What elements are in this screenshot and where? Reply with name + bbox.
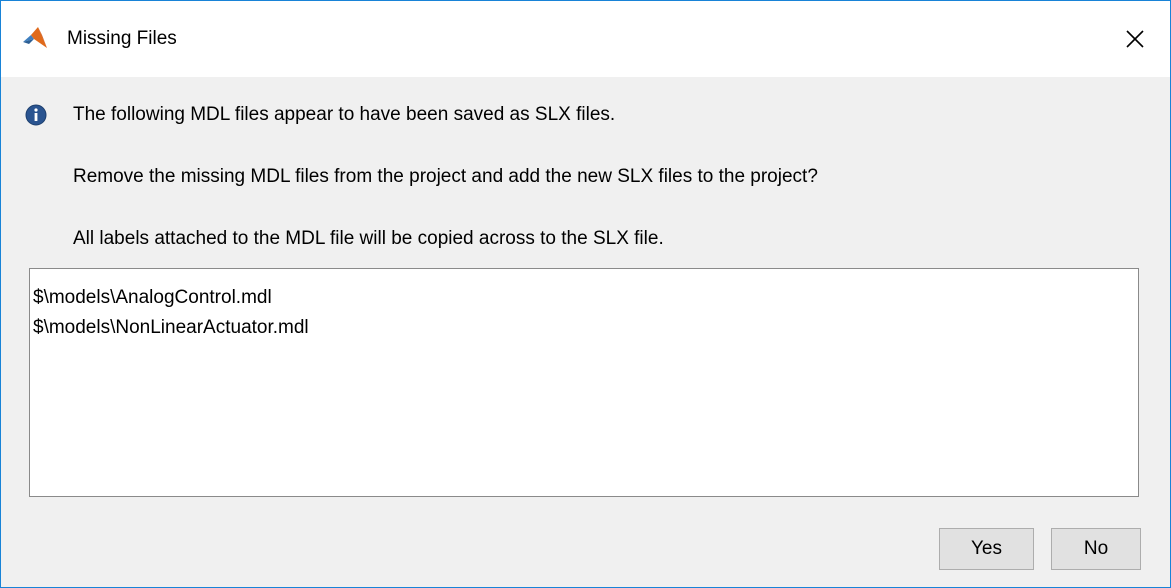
list-item[interactable]: $\models\NonLinearActuator.mdl [33, 313, 1138, 343]
close-button[interactable] [1100, 1, 1170, 77]
info-icon [25, 104, 47, 126]
yes-button[interactable]: Yes [939, 528, 1034, 570]
matlab-icon [21, 26, 49, 50]
no-button[interactable]: No [1051, 528, 1141, 570]
title-bar[interactable]: Missing Files [1, 1, 1170, 77]
message-line-3: All labels attached to the MDL file will… [73, 228, 664, 249]
close-icon [1126, 30, 1144, 48]
window-title: Missing Files [67, 28, 177, 49]
list-item[interactable]: $\models\AnalogControl.mdl [33, 283, 1138, 313]
message-line-1: The following MDL files appear to have b… [73, 104, 616, 125]
dialog-content: The following MDL files appear to have b… [1, 77, 1170, 587]
file-list[interactable]: $\models\AnalogControl.mdl $\models\NonL… [29, 268, 1139, 497]
message-line-2: Remove the missing MDL files from the pr… [73, 166, 818, 187]
missing-files-dialog: Missing Files The following MDL files ap… [0, 0, 1171, 588]
